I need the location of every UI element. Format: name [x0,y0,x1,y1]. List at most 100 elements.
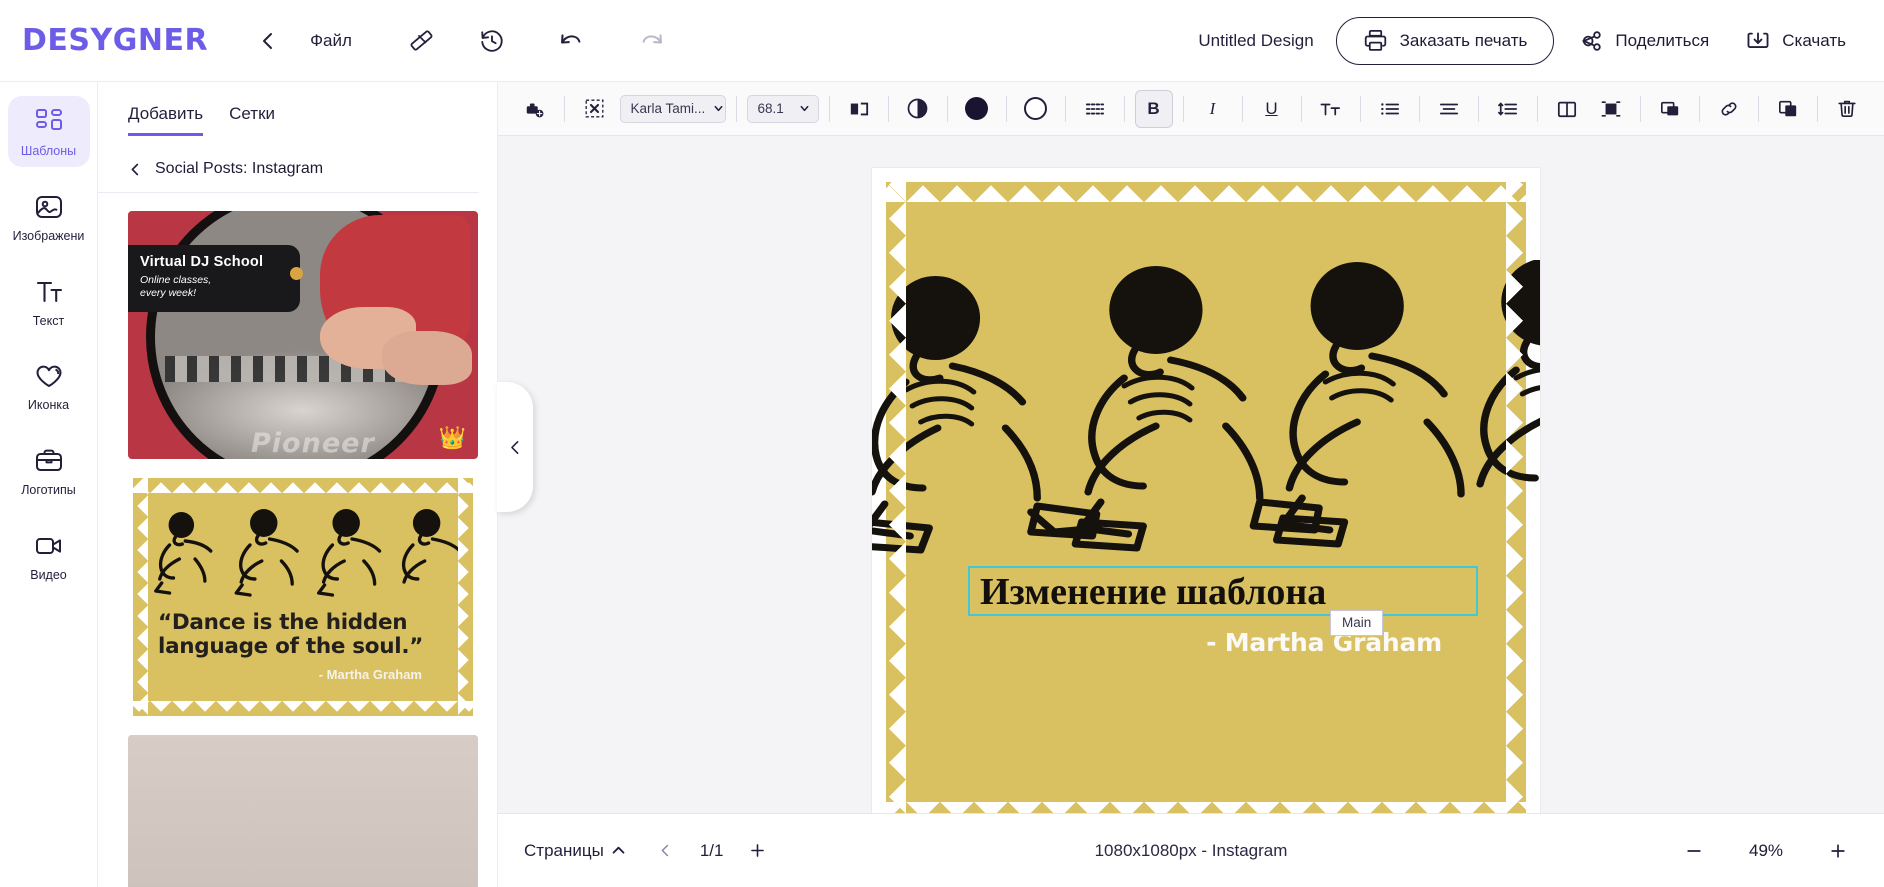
duplicate-icon[interactable] [1769,90,1807,128]
contrast-circle-icon[interactable] [899,90,937,128]
chevron-down-icon [713,103,724,114]
align-center-icon[interactable] [1430,90,1468,128]
layer-icon[interactable] [1651,90,1689,128]
template-thumbnail-dj[interactable]: Pioneer Virtual DJ School Online classes… [128,211,478,459]
link-icon[interactable] [1710,90,1748,128]
text-block[interactable]: Изменение шаблона - Martha Graham Main [968,566,1478,657]
image-icon [33,191,65,223]
sidebar-item-icons-label: Иконка [27,399,70,413]
outline-circle-icon[interactable] [1017,90,1055,128]
font-size-select[interactable]: 68.1 [746,94,819,123]
sidebar-item-images[interactable]: Изображени [8,181,90,252]
font-size-value: 68.1 [757,101,784,116]
bold-button[interactable]: B [1134,89,1173,128]
sidebar-item-templates-label: Шаблоны [20,145,77,158]
add-element-icon[interactable] [516,90,554,128]
canvas-viewport[interactable]: Изменение шаблона - Martha Graham Main [498,136,1884,813]
page-indicator: 1/1 [699,840,724,860]
bullet-list-icon[interactable] [1371,90,1409,128]
tab-add[interactable]: Добавить [128,104,204,136]
sidebar-item-icons[interactable]: Иконка [8,350,90,421]
italic-button[interactable]: I [1194,90,1232,128]
redo-icon[interactable] [628,17,676,65]
breadcrumb-label: Social Posts: Instagram [155,160,324,177]
sidebar-item-video[interactable]: Видео [8,520,90,591]
dance-runners-graphic [146,507,460,599]
sliders-icon[interactable] [1076,90,1114,128]
download-button[interactable]: Скачать [1721,28,1858,54]
toolbar-divider-11 [1300,95,1302,122]
filled-circle-icon[interactable] [958,90,996,128]
card-border-right [1506,168,1532,813]
share-button[interactable]: Поделиться [1554,28,1721,54]
sidebar-item-templates[interactable]: Шаблоны [7,96,90,167]
heading-text: Изменение шаблона [980,571,1327,613]
sidebar-item-logos-label: Логотипы [21,484,76,497]
template-thumbnail-third[interactable] [128,735,478,887]
line-spacing-icon[interactable] [1489,90,1527,128]
toolbar-divider-4 [887,95,889,122]
deselect-box-icon[interactable] [575,90,613,128]
columns-icon[interactable] [1548,90,1586,128]
file-menu-button[interactable]: Файл [292,31,370,51]
toolbar-divider-17 [1699,95,1700,122]
design-canvas[interactable]: Изменение шаблона - Martha Graham Main [872,168,1540,813]
dance-border-right [458,473,474,721]
left-rail: Шаблоны Изображени Текст Иконка Логотипы… [0,82,98,887]
history-icon[interactable] [468,17,516,65]
toolbar-divider-3 [828,95,830,122]
design-card: Изменение шаблона - Martha Graham Main [872,168,1540,813]
dance-attribution: - Martha Graham [318,667,422,682]
back-icon[interactable] [244,17,292,65]
toolbar-divider-1 [564,95,565,122]
bottom-bar: Страницы 1/1 1080x1080px - Instagram 49% [498,813,1884,887]
underline-button[interactable]: U [1253,90,1291,128]
pages-label[interactable]: Страницы [524,841,604,861]
panel-collapse-handle[interactable] [497,382,533,512]
zoom-controls: 49% [1674,831,1858,871]
font-family-select[interactable]: Karla Tami... [619,94,726,123]
dance-border-left [132,473,148,721]
video-camera-icon [33,530,65,562]
sidebar-item-text-label: Текст [32,314,65,328]
briefcase-icon [33,445,65,477]
selected-text-element[interactable]: Изменение шаблона [968,566,1478,617]
share-nodes-icon [1578,28,1604,54]
prev-page-button[interactable] [646,831,686,871]
pages-caret-icon[interactable] [604,831,634,871]
download-icon [1745,28,1771,54]
template-thumbnail-list[interactable]: Pioneer Virtual DJ School Online classes… [98,193,497,887]
text-box-icon[interactable]: T [840,90,878,128]
runners-illustration[interactable] [872,260,1540,590]
toolbar-divider-15 [1536,95,1538,122]
text-case-icon[interactable] [1312,90,1350,128]
dj-subtitle-1: Online classes, [140,274,212,286]
zoom-in-button[interactable] [1818,831,1858,871]
selection-name-badge: Main [1330,610,1384,636]
document-title[interactable]: Untitled Design [1198,31,1313,51]
card-border-top [872,176,1540,202]
toolbar-divider-5 [946,95,948,122]
position-icon[interactable] [1592,90,1630,128]
tab-grids[interactable]: Сетки [229,104,275,136]
dance-border-top [128,477,478,493]
undo-icon[interactable] [548,17,596,65]
printer-icon [1363,28,1388,53]
order-print-button[interactable]: Заказать печать [1335,16,1555,65]
zoom-value[interactable]: 49% [1740,841,1792,861]
sidebar-item-text[interactable]: Текст [8,266,90,337]
zoom-out-button[interactable] [1674,831,1714,871]
trash-icon[interactable] [1828,90,1866,128]
brand-logo[interactable]: DESYGNER [0,23,244,58]
add-page-button[interactable] [737,831,777,871]
dj-label-tag: Virtual DJ School Online classes, every … [128,245,300,312]
template-thumbnail-dance[interactable]: “Dance is the hidden language of the sou… [128,473,478,721]
chevron-down-icon-size [799,103,810,114]
attribution-text[interactable]: - Martha Graham [968,628,1478,657]
toolbar-divider-9 [1182,95,1184,122]
breadcrumb[interactable]: Social Posts: Instagram [98,136,479,193]
ruler-icon[interactable] [398,17,446,65]
breadcrumb-back-icon [128,162,143,177]
sidebar-item-logos[interactable]: Логотипы [8,435,90,506]
text-toolbar: Karla Tami... 68.1 T B I U [498,82,1884,136]
